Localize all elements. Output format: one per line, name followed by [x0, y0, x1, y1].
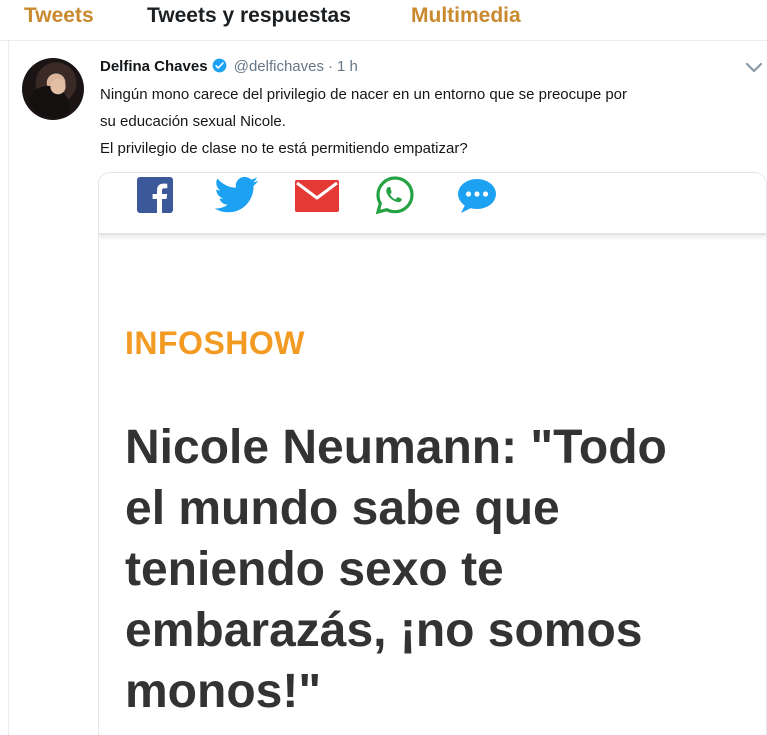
- headline-line: monos!": [125, 665, 322, 718]
- headline-line: embarazás, ¡no somos: [125, 604, 643, 657]
- message-icon[interactable]: [455, 175, 499, 215]
- avatar[interactable]: [22, 58, 84, 120]
- tab-tweets[interactable]: Tweets: [24, 4, 94, 28]
- tweet-header: Delfina Chaves @delfichaves · 1 h: [100, 58, 358, 75]
- author-name[interactable]: Delfina Chaves: [100, 58, 208, 75]
- headline-line: Nicole Neumann: "Todo: [125, 421, 667, 474]
- timeline-border: [8, 40, 9, 735]
- headline-line: el mundo sabe que: [125, 482, 560, 535]
- tweet-timestamp[interactable]: 1 h: [337, 58, 358, 75]
- tab-tweets-and-replies[interactable]: Tweets y respuestas: [147, 4, 351, 28]
- headline-line: teniendo sexo te: [125, 543, 504, 596]
- verified-badge-icon: [212, 58, 226, 73]
- profile-timeline: Tweets Tweets y respuestas Multimedia De…: [0, 0, 767, 735]
- tweet-text-line: Ningún mono carece del privilegio de nac…: [100, 86, 628, 103]
- whatsapp-icon[interactable]: [375, 175, 415, 215]
- author-handle[interactable]: @delfichaves: [234, 58, 324, 75]
- article-headline: Nicole Neumann: "Todo el mundo sabe que …: [125, 417, 755, 722]
- tweet-text-line: su educación sexual Nicole.: [100, 113, 286, 130]
- article-kicker: INFOSHOW: [125, 325, 305, 361]
- twitter-icon[interactable]: [215, 175, 259, 215]
- email-icon[interactable]: [293, 175, 341, 215]
- profile-tabs: Tweets Tweets y respuestas Multimedia: [0, 0, 767, 41]
- chevron-down-icon[interactable]: [744, 60, 764, 76]
- tab-media[interactable]: Multimedia: [411, 4, 521, 28]
- facebook-icon[interactable]: [135, 175, 175, 215]
- embedded-image-card[interactable]: INFOSHOW Nicole Neumann: "Todo el mundo …: [98, 172, 767, 735]
- separator: ·: [328, 58, 333, 75]
- share-bar: [99, 173, 766, 235]
- tweet-text-line: El privilegio de clase no te está permit…: [100, 140, 468, 157]
